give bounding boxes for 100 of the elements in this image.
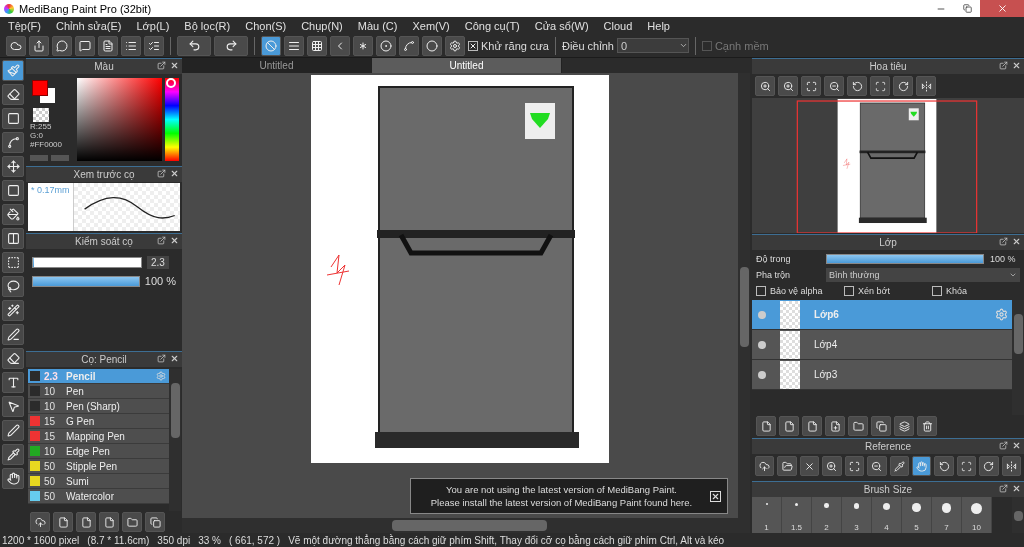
document-tab[interactable]: Untitled xyxy=(372,58,562,73)
checkbox[interactable] xyxy=(844,286,854,296)
size-slider[interactable] xyxy=(32,257,142,268)
close-icon[interactable] xyxy=(1012,61,1021,70)
snap-button[interactable] xyxy=(445,35,465,56)
visibility-icon[interactable] xyxy=(758,370,766,379)
snap-button[interactable] xyxy=(261,35,281,56)
brush-item[interactable]: 10 Pen (Sharp) xyxy=(28,399,169,414)
snap-button[interactable] xyxy=(330,35,350,56)
layer-tool-button[interactable] xyxy=(756,416,776,436)
close-icon[interactable] xyxy=(170,61,179,70)
scrollbar[interactable] xyxy=(182,518,750,533)
float-icon[interactable] xyxy=(157,169,166,178)
layer-tool-button[interactable] xyxy=(848,416,868,436)
snap-button[interactable] xyxy=(399,35,419,56)
toolbar-button[interactable] xyxy=(121,35,141,56)
tool-button[interactable] xyxy=(2,228,24,249)
size-preset[interactable]: 10 xyxy=(962,497,992,533)
layer-tool-button[interactable] xyxy=(871,416,891,436)
size-preset[interactable]: 1 xyxy=(752,497,782,533)
brush-item[interactable]: 50 Watercolor xyxy=(28,489,169,504)
menu-item[interactable]: Xem(V) xyxy=(412,19,450,32)
menu-item[interactable]: Cloud xyxy=(603,19,633,32)
brush-tool-button[interactable] xyxy=(53,512,73,532)
tool-button[interactable] xyxy=(2,84,24,105)
transparent-swatch[interactable] xyxy=(33,108,49,122)
tool-button[interactable] xyxy=(2,156,24,177)
brush-item[interactable]: 50 Stipple Pen xyxy=(28,459,169,474)
canvas-page[interactable] xyxy=(311,75,609,463)
toolbar-button[interactable] xyxy=(75,35,95,56)
brush-tool-button[interactable] xyxy=(99,512,119,532)
layer-tool-button[interactable] xyxy=(825,416,845,436)
tool-button[interactable] xyxy=(2,108,24,129)
navigator-button[interactable] xyxy=(778,76,798,96)
layer-row[interactable]: Lớp4 xyxy=(752,330,1012,360)
navigator-button[interactable] xyxy=(893,76,913,96)
visibility-icon[interactable] xyxy=(758,340,766,349)
reference-button[interactable] xyxy=(1001,456,1022,476)
brush-tool-button[interactable] xyxy=(145,512,165,532)
color-swatches[interactable] xyxy=(32,80,56,104)
menu-item[interactable]: Chọn(S) xyxy=(245,19,287,32)
brush-tool-button[interactable] xyxy=(30,512,50,532)
layer-tool-button[interactable] xyxy=(894,416,914,436)
toolbar-button[interactable] xyxy=(29,35,49,56)
reference-button[interactable] xyxy=(844,456,865,476)
document-tab[interactable]: Untitled xyxy=(182,58,372,73)
navigator-button[interactable] xyxy=(824,76,844,96)
tool-button[interactable] xyxy=(2,420,24,441)
close-icon[interactable] xyxy=(170,169,179,178)
checkbox[interactable] xyxy=(701,40,712,51)
float-icon[interactable] xyxy=(157,354,166,363)
float-icon[interactable] xyxy=(999,61,1008,70)
update-notice[interactable]: You are not using the latest version of MediBang Paint. Please install the latest version of MediBang Paint found here. xyxy=(410,478,728,514)
size-preset[interactable]: 3 xyxy=(842,497,872,533)
tool-button[interactable] xyxy=(2,252,24,273)
size-preset[interactable]: 1.5 xyxy=(782,497,812,533)
brush-tool-button[interactable] xyxy=(76,512,96,532)
scrollbar[interactable] xyxy=(169,369,181,511)
navigator-button[interactable] xyxy=(847,76,867,96)
tool-button[interactable] xyxy=(2,204,24,225)
toolbar-button[interactable] xyxy=(214,35,248,56)
reference-button[interactable] xyxy=(867,456,887,476)
scrollbar[interactable] xyxy=(738,73,750,518)
tool-button[interactable] xyxy=(2,300,24,321)
float-icon[interactable] xyxy=(999,484,1008,493)
size-preset[interactable]: 7 xyxy=(932,497,962,533)
menu-item[interactable]: Chỉnh sửa(E) xyxy=(56,19,122,32)
snap-button[interactable] xyxy=(284,35,304,56)
reference-button[interactable] xyxy=(822,456,842,476)
reference-button[interactable] xyxy=(777,456,797,476)
reference-button[interactable] xyxy=(911,456,932,476)
close-button[interactable] xyxy=(710,490,721,502)
scrollbar[interactable] xyxy=(1012,497,1024,533)
menu-item[interactable]: Tệp(F) xyxy=(8,19,41,32)
snap-button[interactable] xyxy=(353,35,373,56)
tool-button[interactable] xyxy=(2,396,24,417)
float-icon[interactable] xyxy=(157,236,166,245)
menu-item[interactable]: Cửa sổ(W) xyxy=(534,19,589,32)
brush-item[interactable]: 15 G Pen xyxy=(28,414,169,429)
menu-item[interactable]: Help xyxy=(647,19,670,32)
size-preset[interactable]: 4 xyxy=(872,497,902,533)
reference-button[interactable] xyxy=(889,456,909,476)
tool-button[interactable] xyxy=(2,60,24,81)
toolbar-button[interactable] xyxy=(52,35,72,56)
menu-item[interactable]: Bộ lọc(R) xyxy=(184,19,231,32)
tool-button[interactable] xyxy=(2,372,24,393)
checkbox[interactable] xyxy=(468,40,478,51)
size-preset[interactable]: 2 xyxy=(812,497,842,533)
reference-button[interactable] xyxy=(979,456,999,476)
menu-item[interactable]: Chụp(N) xyxy=(301,19,343,32)
close-icon[interactable] xyxy=(170,236,179,245)
menu-item[interactable]: Lớp(L) xyxy=(136,19,170,32)
correction-dropdown[interactable]: 0 xyxy=(616,38,689,53)
layer-tool-button[interactable] xyxy=(802,416,822,436)
tool-button[interactable] xyxy=(2,276,24,297)
reference-button[interactable] xyxy=(799,456,820,476)
menu-item[interactable]: Công cụ(T) xyxy=(464,19,520,32)
checkbox[interactable] xyxy=(932,286,942,296)
reference-button[interactable] xyxy=(934,456,954,476)
close-icon[interactable] xyxy=(1012,237,1021,246)
